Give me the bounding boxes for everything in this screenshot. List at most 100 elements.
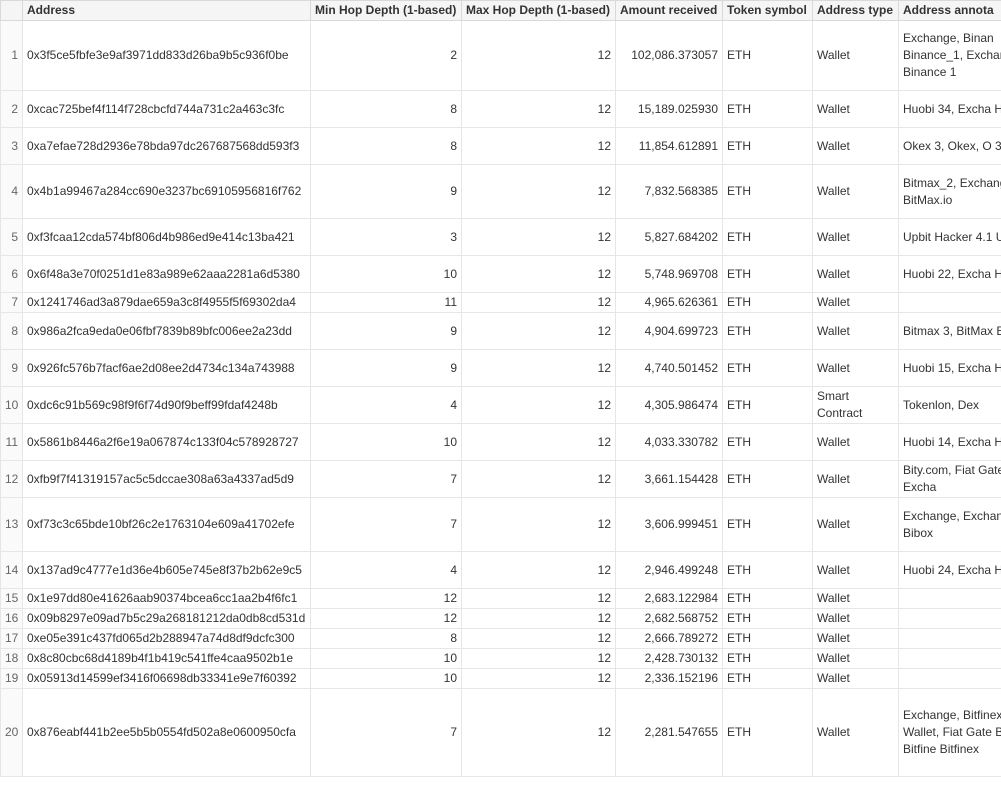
cell-address: 0x876eabf441b2ee5b5b0554fd502a8e0600950c… bbox=[22, 688, 311, 777]
cell-amount-received: 3,606.999451 bbox=[615, 497, 723, 552]
cell-max-hop-depth: 12 bbox=[461, 218, 616, 256]
cell-token-symbol: ETH bbox=[722, 349, 813, 387]
table-row[interactable]: 2 0xcac725bef4f114f728cbcfd744a731c2a463c… bbox=[0, 90, 1001, 128]
cell-address: 0xcac725bef4f114f728cbcfd744a731c2a463c3… bbox=[22, 90, 311, 128]
results-table: Address Min Hop Depth (1-based) Max Hop … bbox=[0, 0, 1001, 777]
table-row[interactable]: 1 0x3f5ce5fbfe3e9af3971dd833d26ba9b5c936f… bbox=[0, 20, 1001, 91]
table-viewport[interactable]: Address Min Hop Depth (1-based) Max Hop … bbox=[0, 0, 1001, 789]
cell-address-annotation: Exchange, Bitfinex_4, Excha Wallet, Fiat… bbox=[898, 688, 1001, 777]
table-row[interactable]: 11 0x5861b8446a2f6e19a067874c133f04c57892… bbox=[0, 423, 1001, 461]
cell-max-hop-depth: 12 bbox=[461, 164, 616, 219]
cell-address-type: Wallet bbox=[812, 90, 899, 128]
cell-max-hop-depth: 12 bbox=[461, 648, 616, 669]
cell-address: 0xdc6c91b569c98f9f6f74d90f9beff99fdaf424… bbox=[22, 386, 311, 424]
cell-max-hop-depth: 12 bbox=[461, 292, 616, 313]
header-token-symbol[interactable]: Token symbol bbox=[722, 0, 813, 21]
table-row[interactable]: 10 0xdc6c91b569c98f9f6f74d90f9beff99fdaf4… bbox=[0, 386, 1001, 424]
cell-address-type: Wallet bbox=[812, 312, 899, 350]
header-max-hop-depth[interactable]: Max Hop Depth (1-based) bbox=[461, 0, 616, 21]
cell-token-symbol: ETH bbox=[722, 312, 813, 350]
cell-min-hop-depth: 4 bbox=[310, 386, 462, 424]
cell-min-hop-depth: 10 bbox=[310, 423, 462, 461]
cell-amount-received: 5,748.969708 bbox=[615, 255, 723, 293]
table-row[interactable]: 18 0x8c80cbc68d4189b4f1b419c541ffe4caa950… bbox=[0, 648, 1001, 669]
cell-address-type: Wallet bbox=[812, 349, 899, 387]
cell-address-type: Wallet bbox=[812, 588, 899, 609]
header-min-hop-depth[interactable]: Min Hop Depth (1-based) bbox=[310, 0, 462, 21]
row-index: 11 bbox=[0, 423, 23, 461]
cell-address-type: Wallet bbox=[812, 292, 899, 313]
cell-token-symbol: ETH bbox=[722, 292, 813, 313]
cell-min-hop-depth: 7 bbox=[310, 460, 462, 498]
cell-token-symbol: ETH bbox=[722, 497, 813, 552]
cell-address-type: Wallet bbox=[812, 423, 899, 461]
cell-address-annotation bbox=[898, 628, 1001, 649]
cell-address-type: Wallet bbox=[812, 551, 899, 589]
cell-address-type: Wallet bbox=[812, 628, 899, 649]
table-row[interactable]: 17 0xe05e391c437fd065d2b288947a74d8df9dcf… bbox=[0, 628, 1001, 649]
cell-min-hop-depth: 7 bbox=[310, 497, 462, 552]
cell-address-type: Wallet bbox=[812, 127, 899, 165]
cell-address-annotation: Bitmax 3, BitMax Exchange bbox=[898, 312, 1001, 350]
cell-amount-received: 3,661.154428 bbox=[615, 460, 723, 498]
cell-address-annotation: Okex 3, Okex, O 3, OKEx bbox=[898, 127, 1001, 165]
cell-max-hop-depth: 12 bbox=[461, 255, 616, 293]
table-row[interactable]: 5 0xf3fcaa12cda574bf806d4b986ed9e414c13ba… bbox=[0, 218, 1001, 256]
cell-address: 0x5861b8446a2f6e19a067874c133f04c5789287… bbox=[22, 423, 311, 461]
table-row[interactable]: 15 0x1e97dd80e41626aab90374bcea6cc1aa2b4f… bbox=[0, 588, 1001, 609]
cell-address-annotation bbox=[898, 608, 1001, 629]
cell-address: 0xe05e391c437fd065d2b288947a74d8df9dcfc3… bbox=[22, 628, 311, 649]
cell-min-hop-depth: 9 bbox=[310, 164, 462, 219]
row-index: 14 bbox=[0, 551, 23, 589]
row-index: 4 bbox=[0, 164, 23, 219]
cell-address-type: Wallet bbox=[812, 164, 899, 219]
cell-address: 0x4b1a99467a284cc690e3237bc69105956816f7… bbox=[22, 164, 311, 219]
cell-min-hop-depth: 10 bbox=[310, 648, 462, 669]
cell-amount-received: 5,827.684202 bbox=[615, 218, 723, 256]
cell-address: 0x1241746ad3a879dae659a3c8f4955f5f69302d… bbox=[22, 292, 311, 313]
table-row[interactable]: 8 0x986a2fca9eda0e06fbf7839b89bfc006ee2a2… bbox=[0, 312, 1001, 350]
cell-min-hop-depth: 12 bbox=[310, 588, 462, 609]
table-row[interactable]: 4 0x4b1a99467a284cc690e3237bc69105956816f… bbox=[0, 164, 1001, 219]
cell-address-annotation: Bity.com, Fiat Gateway, Excha bbox=[898, 460, 1001, 498]
cell-token-symbol: ETH bbox=[722, 255, 813, 293]
cell-max-hop-depth: 12 bbox=[461, 588, 616, 609]
table-row[interactable]: 12 0xfb9f7f41319157ac5c5dccae308a63a4337a… bbox=[0, 460, 1001, 498]
cell-address: 0x1e97dd80e41626aab90374bcea6cc1aa2b4f6f… bbox=[22, 588, 311, 609]
table-row[interactable]: 13 0xf73c3c65bde10bf26c2e1763104e609a4170… bbox=[0, 497, 1001, 552]
cell-max-hop-depth: 12 bbox=[461, 90, 616, 128]
row-index: 5 bbox=[0, 218, 23, 256]
cell-address-annotation bbox=[898, 648, 1001, 669]
table-row[interactable]: 9 0x926fc576b7facf6ae2d08ee2d4734c134a743… bbox=[0, 349, 1001, 387]
cell-min-hop-depth: 12 bbox=[310, 608, 462, 629]
cell-min-hop-depth: 8 bbox=[310, 127, 462, 165]
table-row[interactable]: 7 0x1241746ad3a879dae659a3c8f4955f5f69302… bbox=[0, 292, 1001, 313]
cell-token-symbol: ETH bbox=[722, 551, 813, 589]
cell-address: 0x986a2fca9eda0e06fbf7839b89bfc006ee2a23… bbox=[22, 312, 311, 350]
header-address-type[interactable]: Address type bbox=[812, 0, 899, 21]
cell-token-symbol: ETH bbox=[722, 127, 813, 165]
table-row[interactable]: 3 0xa7efae728d2936e78bda97dc267687568dd59… bbox=[0, 127, 1001, 165]
cell-address-type: Wallet bbox=[812, 648, 899, 669]
cell-max-hop-depth: 12 bbox=[461, 460, 616, 498]
cell-amount-received: 4,965.626361 bbox=[615, 292, 723, 313]
cell-address-type: Wallet bbox=[812, 497, 899, 552]
cell-address: 0x05913d14599ef3416f06698db33341e9e7f603… bbox=[22, 668, 311, 689]
table-row[interactable]: 6 0x6f48a3e70f0251d1e83a989e62aaa2281a6d5… bbox=[0, 255, 1001, 293]
row-index: 6 bbox=[0, 255, 23, 293]
table-row[interactable]: 14 0x137ad9c4777e1d36e4b605e745e8f37b2b62… bbox=[0, 551, 1001, 589]
table-header: Address Min Hop Depth (1-based) Max Hop … bbox=[0, 0, 1001, 21]
row-index: 20 bbox=[0, 688, 23, 777]
table-row[interactable]: 16 0x09b8297e09ad7b5c29a268181212da0db8cd… bbox=[0, 608, 1001, 629]
header-address-annotation[interactable]: Address annota bbox=[898, 0, 1001, 21]
cell-token-symbol: ETH bbox=[722, 460, 813, 498]
table-row[interactable]: 19 0x05913d14599ef3416f06698db33341e9e7f6… bbox=[0, 668, 1001, 689]
header-amount-received[interactable]: Amount received bbox=[615, 0, 723, 21]
cell-address: 0x09b8297e09ad7b5c29a268181212da0db8cd53… bbox=[22, 608, 311, 629]
cell-address-annotation: Exchange, Binan Binance_1, Exchange Wall… bbox=[898, 20, 1001, 91]
cell-min-hop-depth: 9 bbox=[310, 349, 462, 387]
header-address[interactable]: Address bbox=[22, 0, 311, 21]
table-row[interactable]: 20 0x876eabf441b2ee5b5b0554fd502a8e060095… bbox=[0, 688, 1001, 777]
cell-min-hop-depth: 3 bbox=[310, 218, 462, 256]
cell-token-symbol: ETH bbox=[722, 628, 813, 649]
